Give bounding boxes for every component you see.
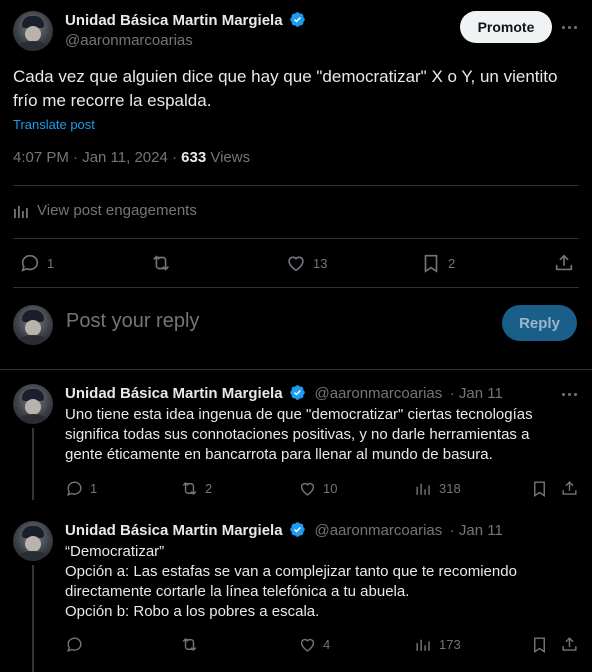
translate-link[interactable]: Translate post (13, 117, 95, 132)
like-icon (300, 638, 315, 652)
bookmark-action[interactable] (530, 479, 549, 498)
reply-action[interactable]: 1 (65, 479, 97, 498)
repost-action[interactable] (150, 252, 178, 274)
thread-line (32, 565, 34, 672)
views-action[interactable]: 318 (414, 479, 461, 498)
like-icon (288, 256, 304, 272)
repost-action[interactable] (180, 635, 205, 654)
reply-avatar[interactable] (13, 384, 53, 424)
share-action[interactable] (560, 635, 579, 654)
verified-badge-icon (290, 385, 305, 400)
reply-author-handle[interactable]: @aaronmarcoarias (314, 385, 442, 402)
reply-date[interactable]: · Jan 11 (450, 522, 503, 539)
author-handle[interactable]: @aaronmarcoarias (65, 32, 193, 49)
share-action[interactable] (553, 252, 575, 274)
share-icon (555, 254, 573, 271)
author-avatar[interactable] (13, 11, 53, 51)
like-action[interactable]: 10 (298, 479, 337, 498)
reply-author-name[interactable]: Unidad Básica Martin Margiela (65, 385, 283, 402)
reply-header: Unidad Básica Martin Margiela @aaronmarc… (65, 521, 503, 540)
bookmark-icon (534, 637, 545, 653)
more-icon[interactable] (562, 393, 577, 396)
author-name-row[interactable]: Unidad Básica Martin Margiela (65, 11, 306, 30)
reply-input[interactable]: Post your reply (66, 310, 199, 333)
share-icon (562, 637, 577, 651)
reply-action[interactable]: 1 (19, 252, 54, 274)
verified-badge-icon (290, 12, 305, 27)
like-icon (300, 482, 315, 496)
repost-icon (182, 481, 197, 496)
like-action[interactable]: 4 (298, 635, 330, 654)
bookmark-icon (534, 481, 545, 497)
like-action[interactable]: 13 (285, 252, 327, 274)
reply-text: Uno tiene esta idea ingenua de que "demo… (65, 406, 533, 463)
views-action[interactable]: 173 (414, 635, 461, 654)
analytics-icon (14, 205, 28, 218)
reply-text: “Democratizar” Opción a: Las estafas se … (65, 543, 517, 620)
composer-avatar (13, 305, 53, 345)
reply-author-name[interactable]: Unidad Básica Martin Margiela (65, 522, 283, 539)
reply-icon (67, 637, 82, 653)
post-timestamp: 4:07 PM · Jan 11, 2024 · 633 Views (13, 149, 251, 166)
bookmark-action[interactable] (530, 635, 549, 654)
more-icon[interactable] (562, 26, 577, 29)
thread-line (32, 428, 34, 500)
share-action[interactable] (560, 479, 579, 498)
reply-avatar[interactable] (13, 521, 53, 561)
share-icon (562, 481, 577, 495)
analytics-icon (416, 483, 430, 495)
repost-action[interactable]: 2 (180, 479, 212, 498)
reply-date[interactable]: · Jan 11 (450, 385, 503, 402)
reply-author-handle[interactable]: @aaronmarcoarias (314, 522, 442, 539)
promote-button[interactable]: Promote (460, 11, 552, 43)
author-name[interactable]: Unidad Básica Martin Margiela (65, 12, 283, 29)
repost-icon (153, 255, 169, 271)
repost-icon (182, 637, 197, 652)
post-text: Cada vez que alguien dice que hay que "d… (13, 67, 558, 110)
verified-badge-icon (290, 522, 305, 537)
reply-icon (67, 481, 82, 497)
bookmark-icon (424, 254, 438, 273)
analytics-icon (416, 639, 430, 651)
reply-header: Unidad Básica Martin Margiela @aaronmarc… (65, 384, 503, 403)
views-count: 633 (181, 149, 207, 166)
bookmark-action[interactable]: 2 (420, 252, 455, 274)
reply-action[interactable] (65, 635, 90, 654)
view-engagements-link[interactable]: View post engagements (13, 202, 197, 219)
reply-button[interactable]: Reply (502, 305, 577, 341)
reply-icon (21, 254, 39, 272)
